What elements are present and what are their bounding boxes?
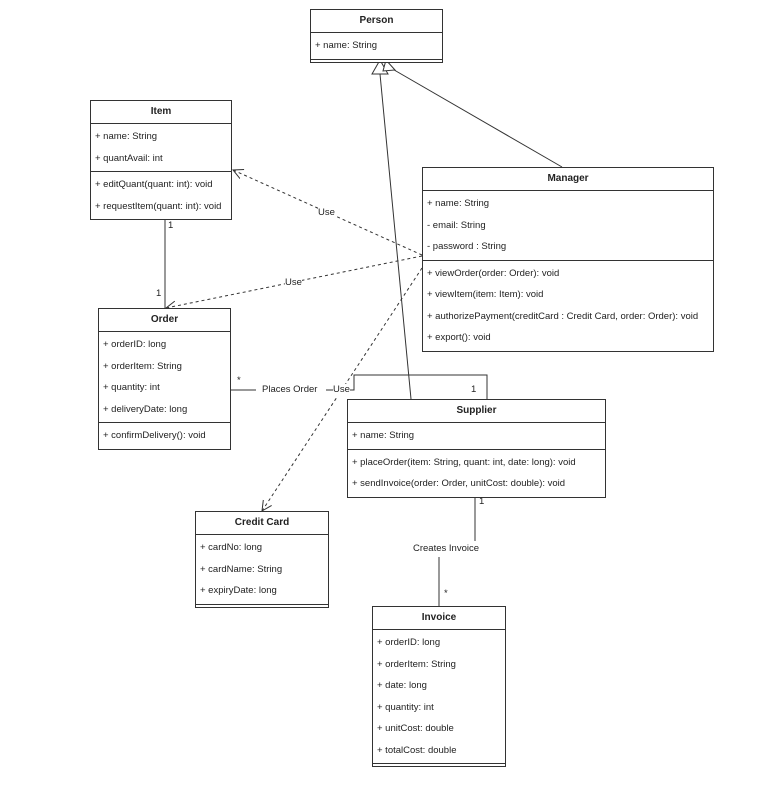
attribute: + quantAvail: int [95,152,163,164]
generalization-supplier-person [379,73,412,400]
class-credit-card[interactable]: Credit Card + cardNo: long + cardName: S… [195,511,329,608]
class-person[interactable]: Person + name: String [310,9,443,63]
use-label-credit-card: Use [333,384,350,396]
attribute: + date: long [377,680,427,691]
attributes-section: + orderID: long + orderItem: String + qu… [99,332,230,423]
multiplicity-item: 1 [168,220,174,231]
attribute: + deliveryDate: long [103,403,188,415]
use-label-item: Use [318,207,335,219]
method: + placeOrder(item: String, quant: int, d… [352,456,576,468]
attribute: + orderID: long [377,637,441,648]
attribute: + cardNo: long [200,542,263,553]
method: + viewItem(item: Item): void [427,289,544,300]
class-title: Person [311,10,442,33]
class-title: Invoice [373,607,505,630]
method: + viewOrder(order: Order): void [427,267,560,279]
attributes-section: + name: String - email: String - passwor… [423,191,713,261]
methods-section: + viewOrder(order: Order): void + viewIt… [423,261,713,351]
class-order[interactable]: Order + orderID: long + orderItem: Strin… [98,308,231,450]
method: + export(): void [427,332,491,343]
attribute: + name: String [95,131,158,142]
attribute: + orderItem: String [377,658,456,670]
association-places-order-right [326,374,488,399]
class-title: Order [99,309,230,332]
class-title: Item [91,101,231,124]
methods-section-empty [196,603,328,607]
attribute: + orderID: long [103,339,167,350]
methods-section-empty [311,58,442,62]
attribute: + name: String [352,430,415,441]
method: + editQuant(quant: int): void [95,179,213,190]
attribute: + expiryDate: long [200,585,277,596]
class-title: Manager [423,168,713,191]
methods-section-empty [373,763,505,766]
attributes-section: + cardNo: long + cardName: String + expi… [196,535,328,604]
class-title: Credit Card [196,512,328,535]
methods-section: + editQuant(quant: int): void + requestI… [91,172,231,219]
attribute: + name: String [427,198,490,209]
multiplicity-invoice: * [444,588,448,599]
attributes-section: + name: String + quantAvail: int [91,124,231,172]
method: + sendInvoice(order: Order, unitCost: do… [352,478,566,489]
class-title: Supplier [348,400,605,423]
attributes-section: + name: String [311,33,442,59]
use-label-order: Use [285,277,302,289]
attributes-section: + orderID: long + orderItem: String + da… [373,630,505,763]
methods-section: + placeOrder(item: String, quant: int, d… [348,450,605,497]
class-item[interactable]: Item + name: String + quantAvail: int + … [90,100,232,220]
methods-section: + confirmDelivery(): void [99,423,230,449]
attribute: - email: String [427,219,486,231]
multiplicity-order-item: 1 [156,288,162,299]
places-order-label: Places Order [262,384,318,396]
generalization-manager-person [388,66,563,168]
class-supplier[interactable]: Supplier + name: String + placeOrder(ite… [347,399,606,498]
multiplicity-supplier-places: 1 [471,384,477,395]
method: + requestItem(quant: int): void [95,200,222,212]
attributes-section: + name: String [348,423,605,450]
attribute: + totalCost: double [377,744,457,756]
creates-invoice-label: Creates Invoice [413,543,480,555]
attribute: - password : String [427,241,507,252]
class-invoice[interactable]: Invoice + orderID: long + orderItem: Str… [372,606,506,767]
attribute: + cardName: String [200,563,283,575]
attribute: + unitCost: double [377,723,454,734]
attribute: + name: String [315,40,378,51]
attribute: + quantity: int [103,382,160,393]
attribute: + orderItem: String [103,360,182,372]
method: + authorizePayment(creditCard : Credit C… [427,310,699,322]
class-manager[interactable]: Manager + name: String - email: String -… [422,167,714,352]
multiplicity-supplier-invoice: 1 [479,496,485,507]
multiplicity-order-places: * [237,375,241,386]
attribute: + quantity: int [377,701,434,713]
method: + confirmDelivery(): void [103,430,206,441]
